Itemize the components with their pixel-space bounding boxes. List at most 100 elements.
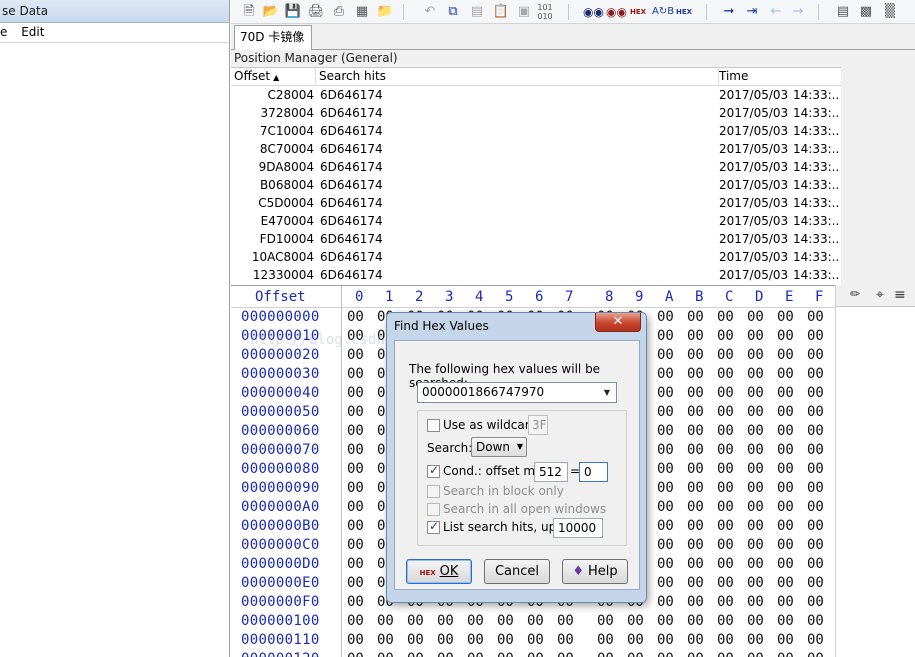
back-icon[interactable]: ← — [767, 3, 785, 21]
hex-byte[interactable]: 00 — [777, 384, 794, 403]
binary-icon[interactable]: 101 010 — [536, 3, 554, 21]
table-row[interactable]: 3728004 6D646174 2017/05/03 14:33:... — [231, 104, 841, 122]
hex-byte[interactable]: 00 — [347, 536, 364, 555]
hex-byte[interactable]: 00 — [687, 308, 704, 327]
hex-byte[interactable]: 00 — [657, 441, 674, 460]
table-row[interactable]: B068004 6D646174 2017/05/03 14:33:... — [231, 176, 841, 194]
hex-byte[interactable]: 00 — [807, 631, 824, 650]
table-row[interactable]: C28004 6D646174 2017/05/03 14:33:... — [231, 86, 841, 104]
hex-byte[interactable]: 00 — [747, 650, 764, 657]
hex-byte[interactable]: 00 — [807, 574, 824, 593]
hex-byte[interactable]: 00 — [407, 650, 424, 657]
hex-byte[interactable]: 00 — [407, 631, 424, 650]
column-header-search-hits[interactable]: Search hits — [316, 68, 719, 86]
hex-byte[interactable]: 00 — [747, 327, 764, 346]
hex-byte[interactable]: 00 — [687, 631, 704, 650]
hex-byte[interactable]: 00 — [657, 346, 674, 365]
hex-byte[interactable]: 00 — [347, 403, 364, 422]
hex-byte[interactable]: 00 — [777, 346, 794, 365]
replace-text-icon[interactable]: A↻B — [652, 3, 674, 21]
hex-byte[interactable]: 00 — [777, 574, 794, 593]
hex-byte[interactable]: 00 — [747, 536, 764, 555]
hex-byte[interactable]: 00 — [717, 384, 734, 403]
open-folder-icon[interactable]: 📂 — [262, 3, 280, 21]
hex-byte[interactable]: 00 — [597, 650, 614, 657]
hex-byte[interactable]: 00 — [777, 422, 794, 441]
hex-byte[interactable]: 00 — [347, 574, 364, 593]
hex-byte[interactable]: 00 — [807, 555, 824, 574]
hex-byte[interactable]: 00 — [717, 460, 734, 479]
chevron-down-icon[interactable]: ▼ — [600, 383, 614, 402]
hex-byte[interactable]: 00 — [657, 631, 674, 650]
list-icon[interactable]: ≡ — [894, 287, 906, 303]
hex-byte[interactable]: 00 — [777, 517, 794, 536]
hex-byte[interactable]: 00 — [527, 650, 544, 657]
hex-byte[interactable]: 00 — [347, 631, 364, 650]
cancel-button[interactable]: Cancel — [484, 559, 550, 584]
hex-byte[interactable]: 00 — [657, 327, 674, 346]
hex-byte[interactable]: 00 — [627, 650, 644, 657]
hex-byte[interactable]: 00 — [497, 650, 514, 657]
hex-byte[interactable]: 00 — [687, 460, 704, 479]
table-row[interactable]: 10AC8004 6D646174 2017/05/03 14:33:... — [231, 248, 841, 266]
column-header-time[interactable]: Time — [716, 68, 841, 86]
list-hits-input[interactable]: 10000 — [553, 518, 603, 538]
hex-byte[interactable]: 00 — [497, 612, 514, 631]
hex-byte[interactable]: 00 — [717, 441, 734, 460]
hex-byte[interactable]: 00 — [377, 631, 394, 650]
goto-sector-icon[interactable]: ⇥ — [743, 3, 761, 21]
wildcard-input[interactable]: 3F — [528, 415, 548, 435]
hex-byte[interactable]: 00 — [717, 593, 734, 612]
tab-document[interactable]: 70D 卡镜像 — [234, 25, 312, 50]
hex-search-icon[interactable]: HEX — [629, 3, 647, 21]
hex-byte[interactable]: 00 — [807, 327, 824, 346]
hex-byte[interactable]: 00 — [347, 441, 364, 460]
hex-byte[interactable]: 00 — [717, 422, 734, 441]
hex-byte[interactable]: 00 — [747, 631, 764, 650]
hex-byte[interactable]: 00 — [717, 536, 734, 555]
table-row[interactable]: E470004 6D646174 2017/05/03 14:33:... — [231, 212, 841, 230]
hex-byte[interactable]: 00 — [807, 612, 824, 631]
table-row[interactable]: C5D0004 6D646174 2017/05/03 14:33:... — [231, 194, 841, 212]
hex-byte[interactable]: 00 — [807, 441, 824, 460]
search-direction-select[interactable]: Down ▼ — [471, 437, 527, 457]
hex-byte[interactable]: 00 — [807, 308, 824, 327]
hex-byte[interactable]: 00 — [627, 631, 644, 650]
hex-byte[interactable]: 00 — [347, 384, 364, 403]
disk-icon[interactable]: ▤ — [834, 3, 852, 21]
cond-value-input[interactable]: 0 — [579, 462, 608, 482]
hex-byte[interactable]: 00 — [747, 555, 764, 574]
forward-icon[interactable]: → — [789, 3, 807, 21]
ram-icon[interactable]: ▒ — [881, 3, 899, 21]
hex-byte[interactable]: 00 — [467, 631, 484, 650]
hex-byte[interactable]: 00 — [747, 384, 764, 403]
crosshair-icon[interactable]: ⌖ — [876, 287, 884, 303]
hex-byte[interactable]: 00 — [807, 517, 824, 536]
hex-byte[interactable]: 00 — [717, 346, 734, 365]
cond-mod-input[interactable]: 512 — [534, 462, 568, 482]
table-row[interactable]: 9DA8004 6D646174 2017/05/03 14:33:... — [231, 158, 841, 176]
hex-byte[interactable]: 00 — [467, 612, 484, 631]
hex-byte[interactable]: 00 — [777, 403, 794, 422]
hex-byte[interactable]: 00 — [347, 422, 364, 441]
hex-byte[interactable]: 00 — [657, 498, 674, 517]
hex-byte[interactable]: 00 — [807, 422, 824, 441]
hex-byte[interactable]: 00 — [717, 308, 734, 327]
hex-byte[interactable]: 00 — [807, 384, 824, 403]
hex-byte[interactable]: 00 — [437, 612, 454, 631]
hex-byte[interactable]: 00 — [717, 555, 734, 574]
hex-byte[interactable]: 00 — [347, 650, 364, 657]
hex-byte[interactable]: 00 — [437, 650, 454, 657]
goto-offset-icon[interactable]: ➞ — [720, 3, 738, 21]
hex-byte[interactable]: 00 — [467, 650, 484, 657]
hex-byte[interactable]: 00 — [687, 593, 704, 612]
hex-byte[interactable]: 00 — [627, 612, 644, 631]
find-text-icon[interactable]: ◉◉ — [583, 3, 604, 21]
hex-byte[interactable]: 00 — [527, 612, 544, 631]
hex-byte[interactable]: 00 — [347, 365, 364, 384]
hex-byte[interactable]: 00 — [807, 650, 824, 657]
hex-byte[interactable]: 00 — [807, 346, 824, 365]
hex-byte[interactable]: 00 — [657, 593, 674, 612]
hex-byte[interactable]: 00 — [687, 422, 704, 441]
hex-byte[interactable]: 00 — [377, 650, 394, 657]
